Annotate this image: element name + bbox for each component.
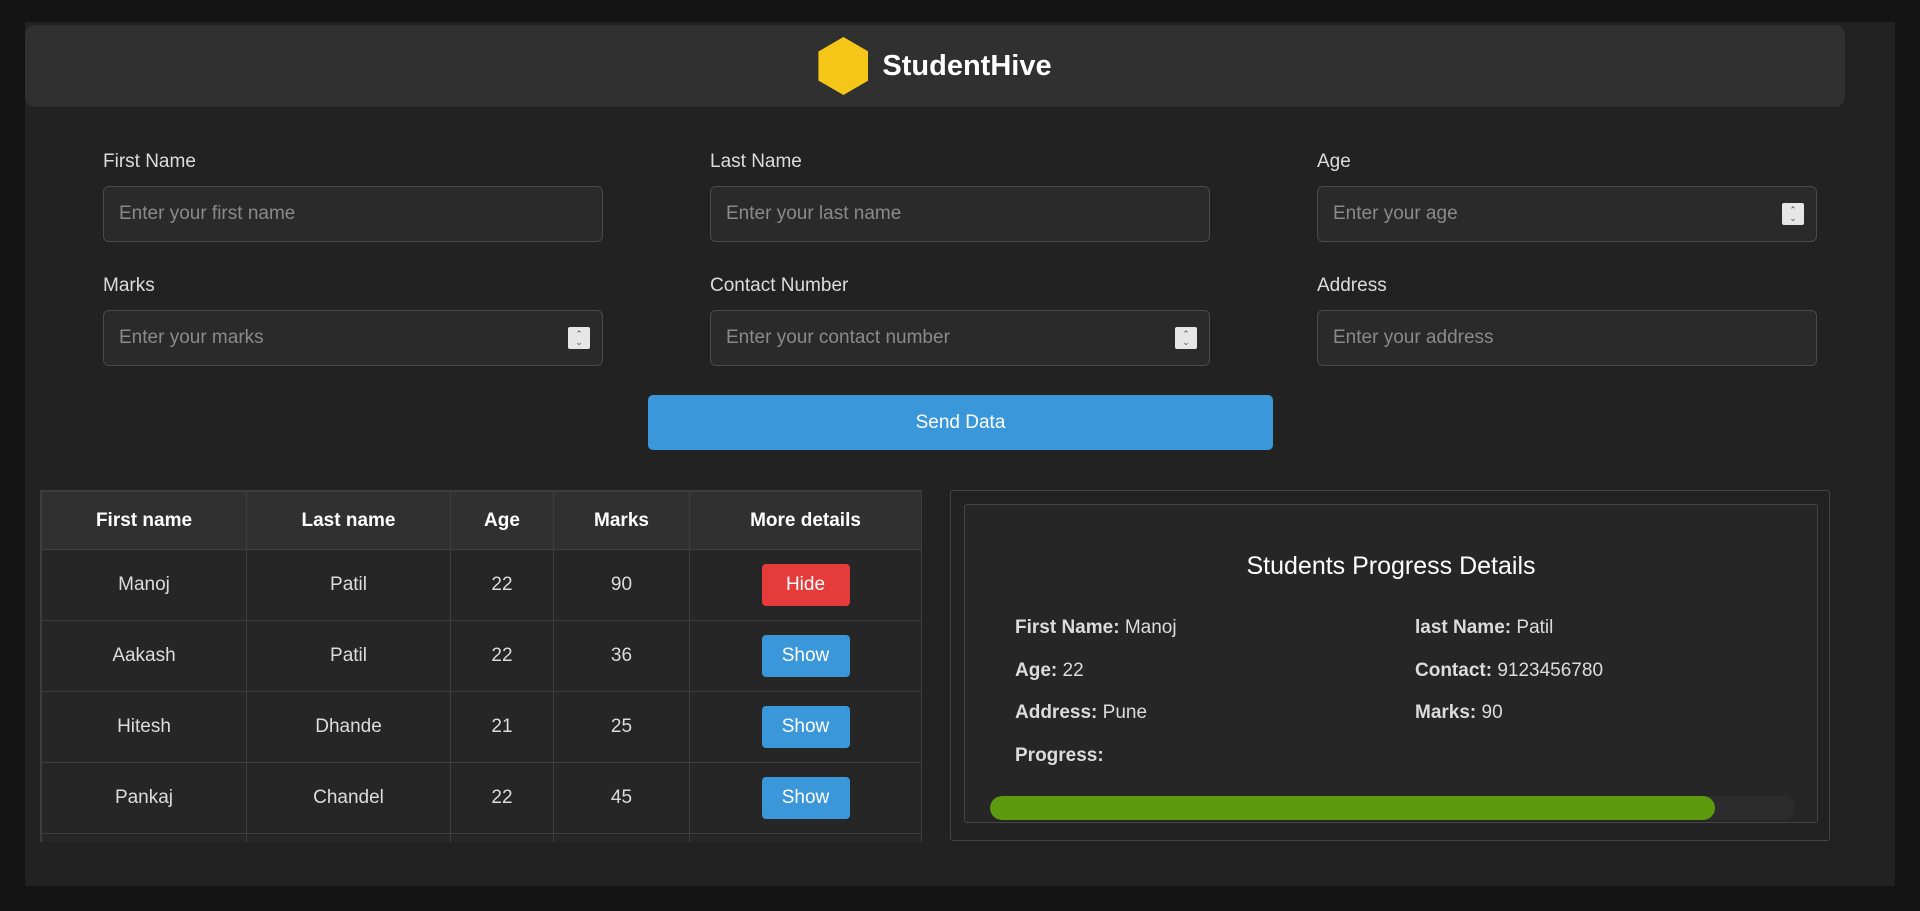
- marks-box[interactable]: ⌃⌄: [103, 310, 603, 366]
- students-table: First name Last name Age Marks More deta…: [41, 491, 921, 842]
- table-row: Aakash Patil 22 36 Show: [41, 620, 921, 692]
- number-spinner-icon[interactable]: ⌃ ⌄: [1782, 203, 1804, 225]
- table-row: Hitesh Dhande 21 25 Show: [41, 691, 921, 763]
- cell-age: 21: [450, 691, 554, 763]
- detail-marks-label: Marks:: [1415, 702, 1477, 723]
- detail-contact-value: 9123456780: [1497, 660, 1604, 681]
- brand-name: StudentHive: [882, 49, 1052, 82]
- send-data-button[interactable]: Send Data: [648, 395, 1273, 450]
- detail-contact-label: Contact:: [1415, 660, 1493, 681]
- hexagon-logo-icon: [818, 37, 869, 95]
- contact-box[interactable]: ⌃⌄: [710, 310, 1210, 366]
- cell-first-name: Hitesh: [41, 691, 247, 763]
- cell-marks: 45: [553, 762, 690, 834]
- cell-action: Hide: [689, 549, 921, 621]
- last-name-box[interactable]: [710, 186, 1210, 242]
- show-button[interactable]: Show: [761, 777, 850, 819]
- cell-action: Show: [689, 691, 921, 763]
- show-button[interactable]: Show: [761, 706, 850, 748]
- progress-bar-fill: [990, 796, 1715, 820]
- cell-marks: [553, 833, 690, 842]
- detail-first-name-label: First Name:: [1015, 617, 1120, 638]
- number-spinner-icon[interactable]: ⌃ ⌄: [1175, 327, 1197, 349]
- detail-last-name-label: last Name:: [1415, 617, 1512, 638]
- cell-action: [689, 833, 921, 842]
- students-table-container[interactable]: First name Last name Age Marks More deta…: [40, 490, 922, 842]
- address-input[interactable]: [1331, 326, 1755, 350]
- cell-last-name: [246, 833, 451, 842]
- cell-last-name: Patil: [246, 620, 451, 692]
- detail-address-value: Pune: [1102, 702, 1148, 723]
- cell-last-name: Patil: [246, 549, 451, 621]
- number-spinner-icon[interactable]: ⌃ ⌄: [568, 327, 590, 349]
- marks-label: Marks: [103, 275, 155, 296]
- cell-age: 22: [450, 549, 554, 621]
- cell-first-name: Pankaj: [41, 762, 247, 834]
- age-field: Age ⌃⌄: [1317, 151, 1817, 242]
- address-field: Address: [1317, 275, 1817, 366]
- col-header-more-details: More details: [689, 491, 921, 550]
- first-name-input[interactable]: [117, 202, 541, 226]
- detail-age-value: 22: [1062, 660, 1084, 681]
- hide-button[interactable]: Hide: [761, 564, 850, 606]
- cell-action: Show: [689, 620, 921, 692]
- cell-marks: 36: [553, 620, 690, 692]
- contact-label: Contact Number: [710, 275, 849, 296]
- progress-bar: [990, 796, 1795, 820]
- detail-marks: Marks: 90: [1415, 702, 1503, 724]
- table-row: Pankaj Chandel 22 45 Show: [41, 762, 921, 834]
- cell-first-name: [41, 833, 247, 842]
- marks-field: Marks ⌃⌄: [103, 275, 603, 366]
- last-name-field: Last Name: [710, 151, 1210, 242]
- detail-age-label: Age:: [1015, 660, 1058, 681]
- detail-last-name-value: Patil: [1516, 617, 1554, 638]
- col-header-first-name: First name: [41, 491, 247, 550]
- marks-input[interactable]: [117, 326, 541, 350]
- detail-address: Address: Pune: [1015, 702, 1147, 724]
- cell-last-name: Dhande: [246, 691, 451, 763]
- address-label: Address: [1317, 275, 1387, 296]
- detail-first-name-value: Manoj: [1124, 617, 1177, 638]
- detail-last-name: last Name: Patil: [1415, 617, 1553, 639]
- detail-first-name: First Name: Manoj: [1015, 617, 1177, 639]
- cell-first-name: Aakash: [41, 620, 247, 692]
- contact-field: Contact Number ⌃⌄: [710, 275, 1210, 366]
- cell-age: 22: [450, 620, 554, 692]
- address-box[interactable]: [1317, 310, 1817, 366]
- cell-age: [450, 833, 554, 842]
- cell-last-name: Chandel: [246, 762, 451, 834]
- detail-age: Age: 22: [1015, 660, 1084, 682]
- last-name-input[interactable]: [724, 202, 1148, 226]
- detail-contact: Contact: 9123456780: [1415, 660, 1603, 682]
- show-button[interactable]: Show: [761, 635, 850, 677]
- contact-input[interactable]: [724, 326, 1148, 350]
- detail-marks-value: 90: [1481, 702, 1503, 723]
- age-label: Age: [1317, 151, 1351, 172]
- app-header: StudentHive: [25, 25, 1845, 107]
- detail-progress-label: Progress:: [1015, 745, 1104, 766]
- cell-marks: 90: [553, 549, 690, 621]
- col-header-age: Age: [450, 491, 554, 550]
- detail-address-label: Address:: [1015, 702, 1098, 723]
- detail-progress: Progress:: [1015, 745, 1104, 767]
- table-row: [41, 833, 921, 842]
- first-name-field: First Name: [103, 151, 603, 242]
- cell-action: Show: [689, 762, 921, 834]
- first-name-box[interactable]: [103, 186, 603, 242]
- last-name-label: Last Name: [710, 151, 802, 172]
- col-header-marks: Marks: [553, 491, 690, 550]
- cell-marks: 25: [553, 691, 690, 763]
- col-header-last-name: Last name: [246, 491, 451, 550]
- age-input[interactable]: [1331, 202, 1755, 226]
- first-name-label: First Name: [103, 151, 196, 172]
- details-title: Students Progress Details: [1246, 552, 1536, 580]
- cell-first-name: Manoj: [41, 549, 247, 621]
- table-row: Manoj Patil 22 90 Hide: [41, 549, 921, 621]
- table-header-row: First name Last name Age Marks More deta…: [41, 491, 921, 550]
- age-box[interactable]: ⌃⌄: [1317, 186, 1817, 242]
- cell-age: 22: [450, 762, 554, 834]
